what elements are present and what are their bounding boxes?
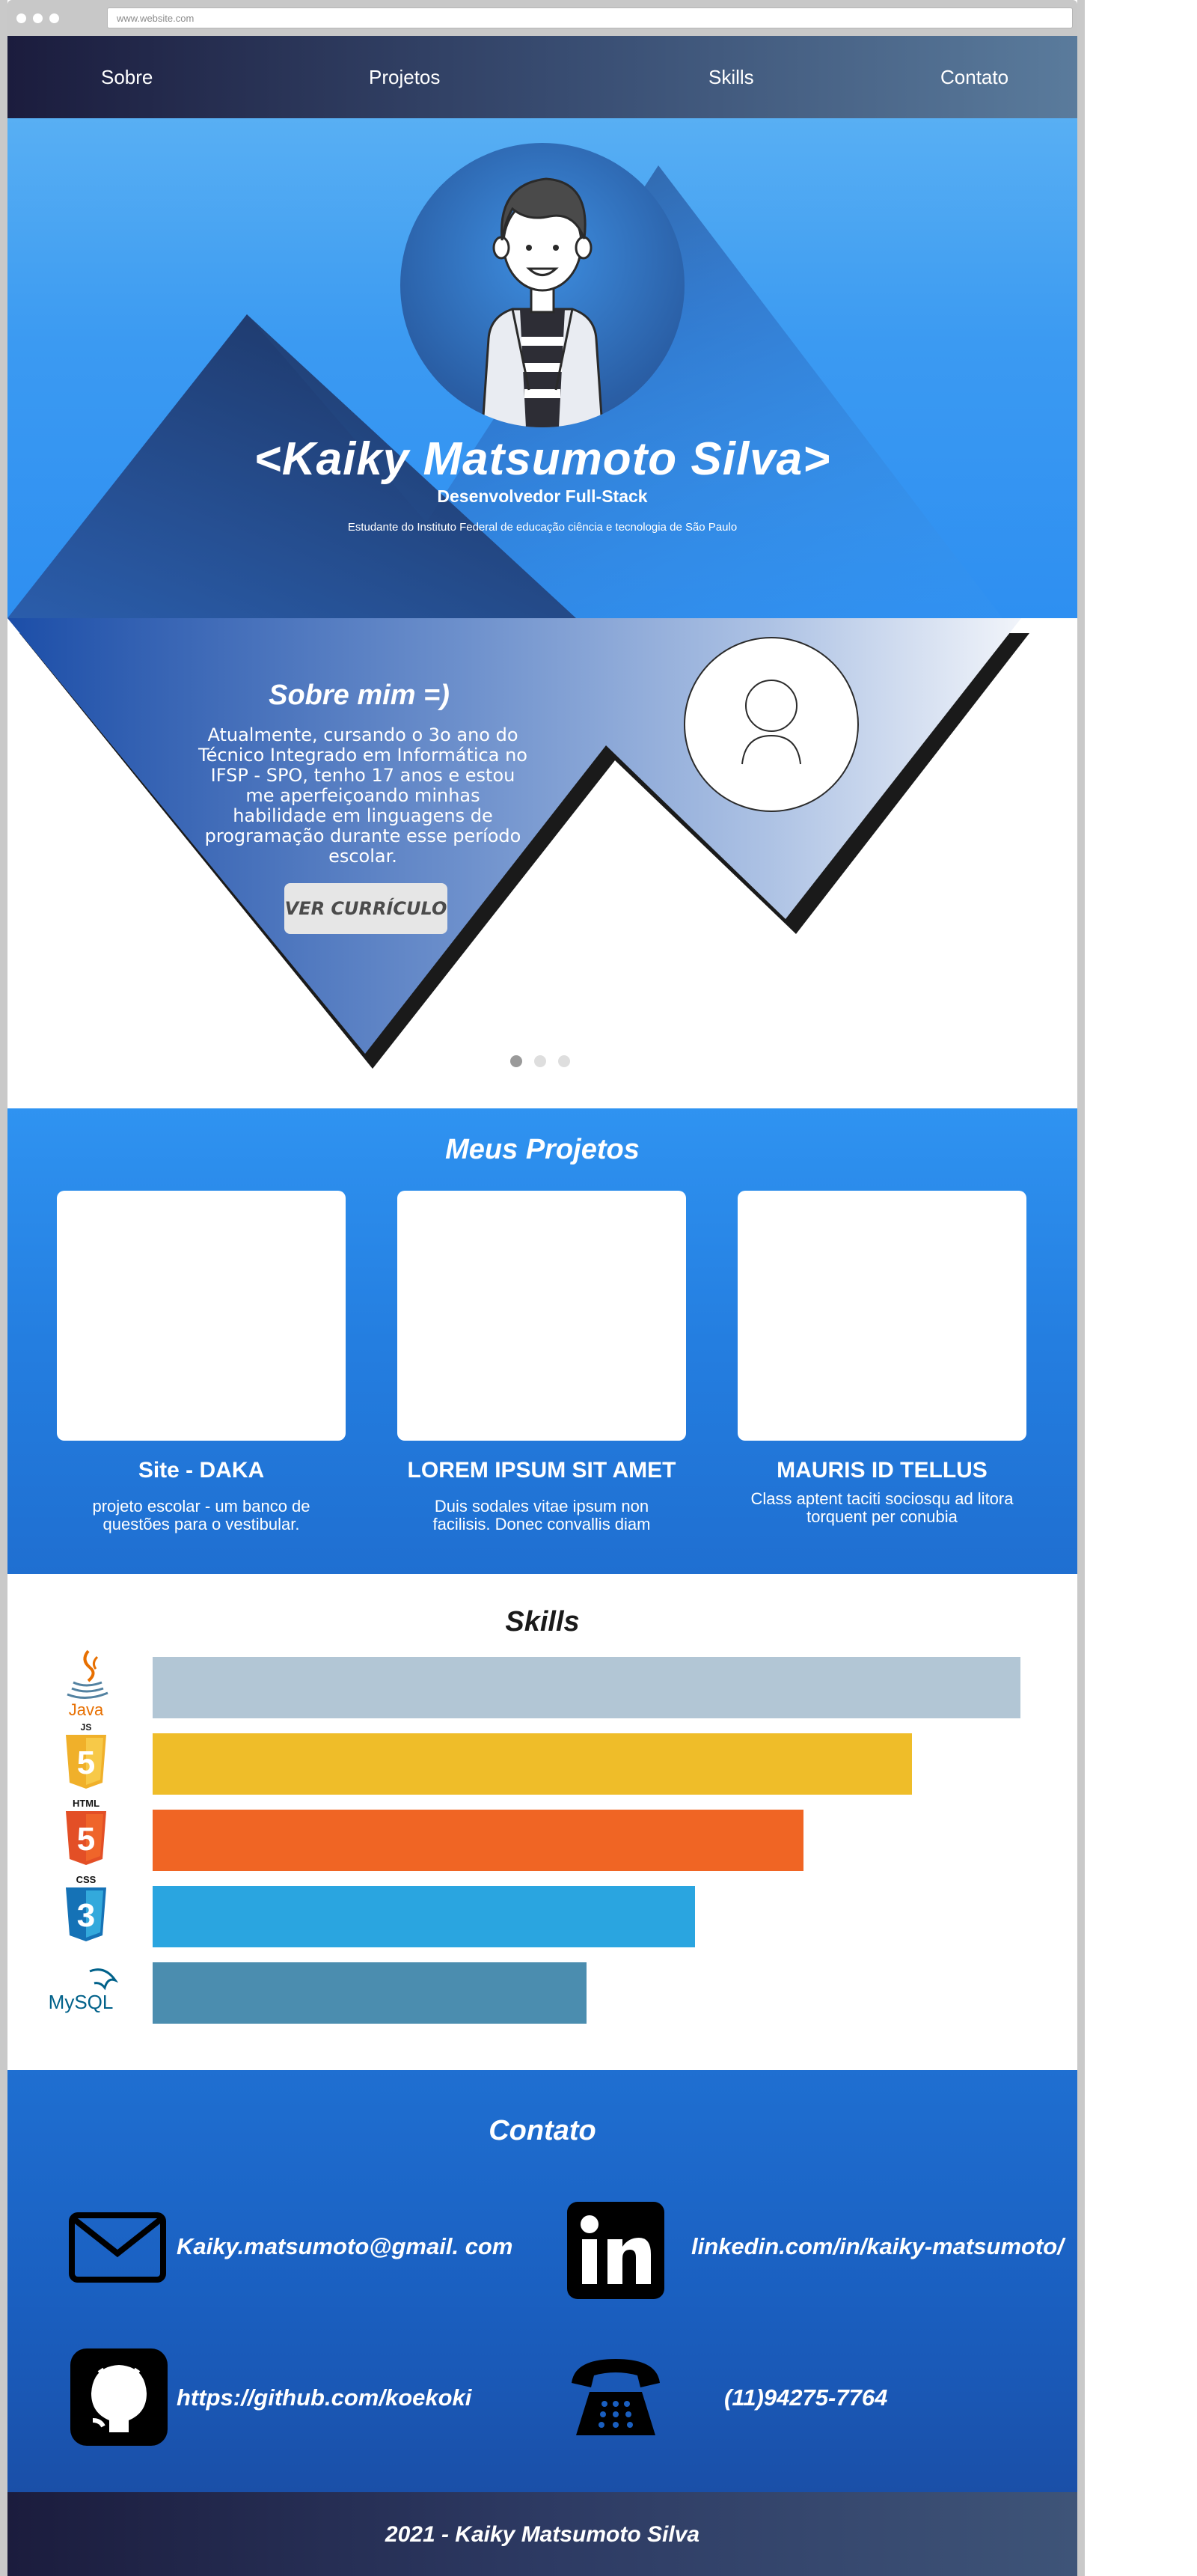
skill-bar-css	[153, 1886, 695, 1947]
svg-text:CSS: CSS	[76, 1874, 97, 1885]
linkedin-icon[interactable]	[567, 2202, 664, 2299]
mysql-icon: MySQL	[45, 1950, 127, 2025]
address-bar[interactable]: www.website.com	[107, 7, 1073, 28]
java-icon: Java	[45, 1645, 127, 1720]
nav-contato[interactable]: Contato	[940, 66, 1008, 89]
skill-bar-html	[153, 1810, 803, 1871]
project-title[interactable]: LOREM IPSUM SIT AMET	[377, 1458, 706, 1483]
hero-school: Estudante do Instituto Federal de educaç…	[347, 521, 738, 534]
svg-text:3: 3	[77, 1897, 95, 1934]
skill-bar-java	[153, 1657, 1020, 1718]
project-card-image[interactable]	[397, 1191, 686, 1441]
project-description: Class aptent taciti sociosqu ad litora t…	[750, 1489, 1014, 1526]
browser-toolbar: www.website.com	[7, 0, 1077, 36]
avatar	[400, 143, 685, 427]
phone-number[interactable]: (11)94275-7764	[724, 2384, 887, 2411]
project-title[interactable]: MAURIS ID TELLUS	[717, 1458, 1047, 1483]
cartoon-boy-icon	[481, 177, 604, 427]
hero-role: Desenvolvedor Full-Stack	[437, 486, 648, 506]
projetos-section: Meus Projetos Site - DAKA projeto escola…	[7, 1108, 1077, 1574]
nav-sobre[interactable]: Sobre	[101, 66, 153, 89]
svg-text:Java: Java	[69, 1700, 104, 1719]
css-icon: CSS 3	[45, 1874, 127, 1949]
window-border-right	[1077, 0, 1085, 2576]
window-minimize-dot[interactable]	[33, 13, 43, 23]
project-card-image[interactable]	[57, 1191, 346, 1441]
carousel-dot-1[interactable]	[510, 1055, 522, 1067]
telephone-icon[interactable]	[567, 2353, 664, 2443]
html-icon: HTML 5	[45, 1798, 127, 1873]
svg-text:5: 5	[77, 1745, 95, 1781]
contato-title: Contato	[489, 2115, 596, 2146]
project-description: projeto escolar - um banco de questões p…	[92, 1497, 310, 1533]
profile-placeholder	[684, 637, 859, 812]
sobre-title: Sobre mim =)	[269, 680, 450, 711]
nav-skills[interactable]: Skills	[708, 66, 754, 89]
sobre-zigzag-shape	[7, 618, 1029, 1069]
project-description: Duis sodales vitae ipsum non facilisis. …	[432, 1497, 651, 1533]
page: Sobre Projetos Skills Contato <Kaiky Mat…	[7, 36, 1077, 2576]
ver-curriculo-button[interactable]: VER CURRÍCULO	[284, 883, 447, 934]
email-link[interactable]: Kaiky.matsumoto@gmail. com	[177, 2233, 512, 2260]
github-link[interactable]: https://github.com/koekoki	[177, 2384, 471, 2411]
project-card-image[interactable]	[738, 1191, 1026, 1441]
mail-icon[interactable]	[69, 2212, 166, 2283]
projetos-title: Meus Projetos	[445, 1134, 640, 1165]
sobre-section: Sobre mim =) Atualmente, cursando o 3o a…	[7, 618, 1077, 1112]
js-icon: JS 5	[45, 1721, 127, 1796]
hero-section: <Kaiky Matsumoto Silva> Desenvolvedor Fu…	[7, 118, 1077, 618]
footer-text: 2021 - Kaiky Matsumoto Silva	[385, 2522, 700, 2547]
nav-projetos[interactable]: Projetos	[369, 66, 440, 89]
footer: 2021 - Kaiky Matsumoto Silva	[7, 2492, 1077, 2576]
github-icon[interactable]	[70, 2348, 168, 2446]
svg-text:JS: JS	[81, 1722, 92, 1733]
skill-bar-js	[153, 1733, 912, 1795]
svg-text:MySQL: MySQL	[49, 1991, 114, 2013]
svg-text:5: 5	[77, 1821, 95, 1858]
window-border-left	[0, 0, 7, 2576]
skill-bar-mysql	[153, 1962, 587, 2024]
hero-name: <Kaiky Matsumoto Silva>	[254, 433, 831, 485]
user-icon	[741, 680, 801, 765]
project-title[interactable]: Site - DAKA	[37, 1458, 366, 1483]
skills-title: Skills	[505, 1606, 580, 1638]
carousel-dot-2[interactable]	[534, 1055, 546, 1067]
contato-section: Contato Kaiky.matsumoto@gmail. com linke…	[7, 2070, 1077, 2492]
window-maximize-dot[interactable]	[49, 13, 59, 23]
sobre-text: Atualmente, cursando o 3o ano do Técnico…	[198, 724, 527, 867]
linkedin-link[interactable]: linkedin.com/in/kaiky-matsumoto/	[691, 2233, 1064, 2260]
window-close-dot[interactable]	[16, 13, 26, 23]
top-nav: Sobre Projetos Skills Contato	[7, 36, 1077, 118]
carousel-dot-3[interactable]	[558, 1055, 570, 1067]
svg-text:HTML: HTML	[73, 1798, 100, 1809]
